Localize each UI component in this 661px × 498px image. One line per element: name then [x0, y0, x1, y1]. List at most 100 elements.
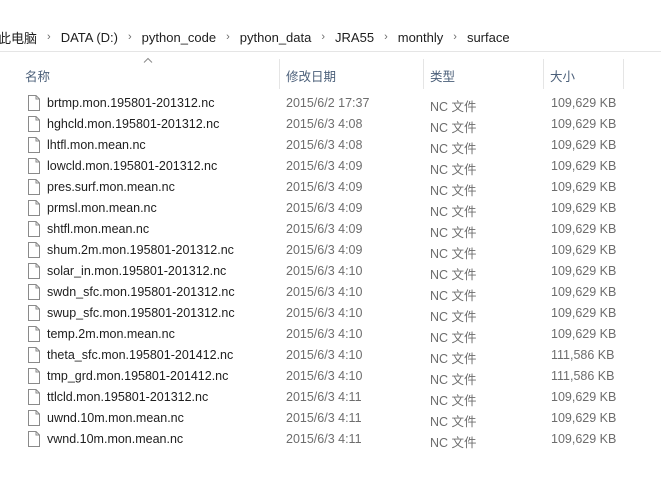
- file-icon: [28, 137, 40, 153]
- file-name: prmsl.mon.mean.nc: [47, 201, 157, 215]
- file-size: 109,629 KB: [551, 306, 617, 320]
- column-header-size[interactable]: 大小: [550, 66, 575, 85]
- file-size: 111,586 KB: [551, 369, 615, 383]
- file-row[interactable]: temp.2m.mon.mean.nc 2015/6/3 4:10 NC 文件 109…: [22, 324, 622, 345]
- sort-ascending-icon[interactable]: [143, 57, 153, 63]
- file-icon: [28, 326, 40, 342]
- file-name: theta_sfc.mon.195801-201412.nc: [47, 348, 234, 362]
- file-type: NC 文件: [430, 394, 477, 408]
- file-modified-date: 2015/6/3 4:08: [286, 138, 363, 152]
- file-type: NC 文件: [430, 142, 477, 156]
- file-row[interactable]: uwnd.10m.mon.mean.nc 2015/6/3 4:11 NC 文件 10…: [22, 408, 622, 429]
- chevron-right-icon[interactable]: ›: [41, 31, 61, 43]
- column-header-name[interactable]: 名称: [25, 66, 50, 85]
- file-icon: [28, 179, 40, 195]
- file-type: NC 文件: [430, 163, 477, 177]
- file-icon: [28, 242, 40, 258]
- file-modified-date: 2015/6/3 4:10: [286, 264, 363, 278]
- file-type: NC 文件: [430, 205, 477, 219]
- file-size: 109,629 KB: [551, 117, 617, 131]
- file-modified-date: 2015/6/3 4:09: [286, 222, 363, 236]
- file-name: shtfl.mon.mean.nc: [47, 222, 150, 236]
- file-row[interactable]: shtfl.mon.mean.nc 2015/6/3 4:09 NC 文件 109,6…: [22, 219, 622, 240]
- file-name: lhtfl.mon.mean.nc: [47, 138, 146, 152]
- file-size: 109,629 KB: [551, 411, 617, 425]
- file-row[interactable]: lhtfl.mon.mean.nc 2015/6/3 4:08 NC 文件 109,6…: [22, 135, 622, 156]
- column-divider[interactable]: [543, 59, 544, 89]
- file-name: solar_in.mon.195801-201312.nc: [47, 264, 227, 278]
- file-modified-date: 2015/6/3 4:09: [286, 159, 363, 173]
- chevron-right-icon[interactable]: ›: [378, 31, 398, 43]
- file-row[interactable]: brtmp.mon.195801-201312.nc 2015/6/2 17:37…: [22, 93, 622, 114]
- file-modified-date: 2015/6/3 4:10: [286, 348, 363, 362]
- file-size: 109,629 KB: [551, 201, 617, 215]
- file-name: swup_sfc.mon.195801-201312.nc: [47, 306, 235, 320]
- file-name: vwnd.10m.mon.mean.nc: [47, 432, 184, 446]
- address-bar[interactable]: 此电脑 › DATA (D:) › python_code › python_data › JR…: [0, 0, 661, 52]
- file-name: temp.2m.mon.mean.nc: [47, 327, 175, 341]
- file-icon: [28, 284, 40, 300]
- chevron-right-icon[interactable]: ›: [220, 31, 240, 43]
- file-row[interactable]: prmsl.mon.mean.nc 2015/6/3 4:09 NC 文件 109,6…: [22, 198, 622, 219]
- file-row[interactable]: vwnd.10m.mon.mean.nc 2015/6/3 4:11 NC 文件 10…: [22, 429, 622, 450]
- file-type: NC 文件: [430, 268, 477, 282]
- file-row[interactable]: ttlcld.mon.195801-201312.nc 2015/6/3 4:11…: [22, 387, 622, 408]
- file-row[interactable]: lowcld.mon.195801-201312.nc 2015/6/3 4:09…: [22, 156, 622, 177]
- file-type: NC 文件: [430, 226, 477, 240]
- breadcrumb: 此电脑 › DATA (D:) › python_code › python_data › JR…: [0, 27, 514, 47]
- column-divider[interactable]: [423, 59, 424, 89]
- file-name: brtmp.mon.195801-201312.nc: [47, 96, 215, 110]
- file-size: 109,629 KB: [551, 264, 617, 278]
- file-size: 109,629 KB: [551, 285, 617, 299]
- column-header-type[interactable]: 类型: [430, 66, 455, 85]
- file-size: 109,629 KB: [551, 327, 617, 341]
- breadcrumb-item[interactable]: 此电脑: [0, 28, 41, 47]
- column-header-date[interactable]: 修改日期: [286, 66, 336, 85]
- chevron-right-icon[interactable]: ›: [122, 31, 142, 43]
- file-modified-date: 2015/6/3 4:10: [286, 327, 363, 341]
- file-icon: [28, 410, 40, 426]
- chevron-right-icon[interactable]: ›: [315, 31, 335, 43]
- file-modified-date: 2015/6/3 4:11: [286, 390, 362, 404]
- file-size: 109,629 KB: [551, 180, 617, 194]
- file-row[interactable]: swdn_sfc.mon.195801-201312.nc 2015/6/3 4:…: [22, 282, 622, 303]
- file-icon: [28, 389, 40, 405]
- chevron-right-icon[interactable]: ›: [447, 31, 467, 43]
- file-size: 109,629 KB: [551, 138, 617, 152]
- file-modified-date: 2015/6/3 4:09: [286, 243, 363, 257]
- file-name: ttlcld.mon.195801-201312.nc: [47, 390, 209, 404]
- breadcrumb-item[interactable]: surface: [467, 30, 514, 45]
- file-modified-date: 2015/6/3 4:08: [286, 117, 363, 131]
- file-row[interactable]: shum.2m.mon.195801-201312.nc 2015/6/3 4:0…: [22, 240, 622, 261]
- file-row[interactable]: hghcld.mon.195801-201312.nc 2015/6/3 4:08…: [22, 114, 622, 135]
- file-row[interactable]: swup_sfc.mon.195801-201312.nc 2015/6/3 4:…: [22, 303, 622, 324]
- file-icon: [28, 305, 40, 321]
- column-header-row: 名称 修改日期 类型 大小: [0, 53, 661, 93]
- file-modified-date: 2015/6/3 4:10: [286, 369, 363, 383]
- file-modified-date: 2015/6/3 4:10: [286, 285, 363, 299]
- file-modified-date: 2015/6/3 4:09: [286, 201, 363, 215]
- file-type: NC 文件: [430, 331, 477, 345]
- file-type: NC 文件: [430, 436, 477, 450]
- file-icon: [28, 158, 40, 174]
- file-row[interactable]: tmp_grd.mon.195801-201412.nc 2015/6/3 4:1…: [22, 366, 622, 387]
- file-icon: [28, 347, 40, 363]
- file-size: 109,629 KB: [551, 243, 617, 257]
- file-name: pres.surf.mon.mean.nc: [47, 180, 175, 194]
- file-row[interactable]: pres.surf.mon.mean.nc 2015/6/3 4:09 NC 文件 1…: [22, 177, 622, 198]
- breadcrumb-item[interactable]: JRA55: [335, 30, 378, 45]
- file-modified-date: 2015/6/3 4:09: [286, 180, 363, 194]
- file-type: NC 文件: [430, 310, 477, 324]
- file-row[interactable]: solar_in.mon.195801-201312.nc 2015/6/3 4:…: [22, 261, 622, 282]
- file-type: NC 文件: [430, 100, 477, 114]
- column-divider[interactable]: [279, 59, 280, 89]
- breadcrumb-item[interactable]: DATA (D:): [61, 30, 122, 45]
- file-icon: [28, 116, 40, 132]
- column-divider[interactable]: [623, 59, 624, 89]
- file-row[interactable]: theta_sfc.mon.195801-201412.nc 2015/6/3 4…: [22, 345, 622, 366]
- file-modified-date: 2015/6/2 17:37: [286, 96, 370, 110]
- breadcrumb-item[interactable]: python_data: [240, 30, 316, 45]
- file-icon: [28, 263, 40, 279]
- breadcrumb-item[interactable]: python_code: [142, 30, 220, 45]
- breadcrumb-item[interactable]: monthly: [398, 30, 448, 45]
